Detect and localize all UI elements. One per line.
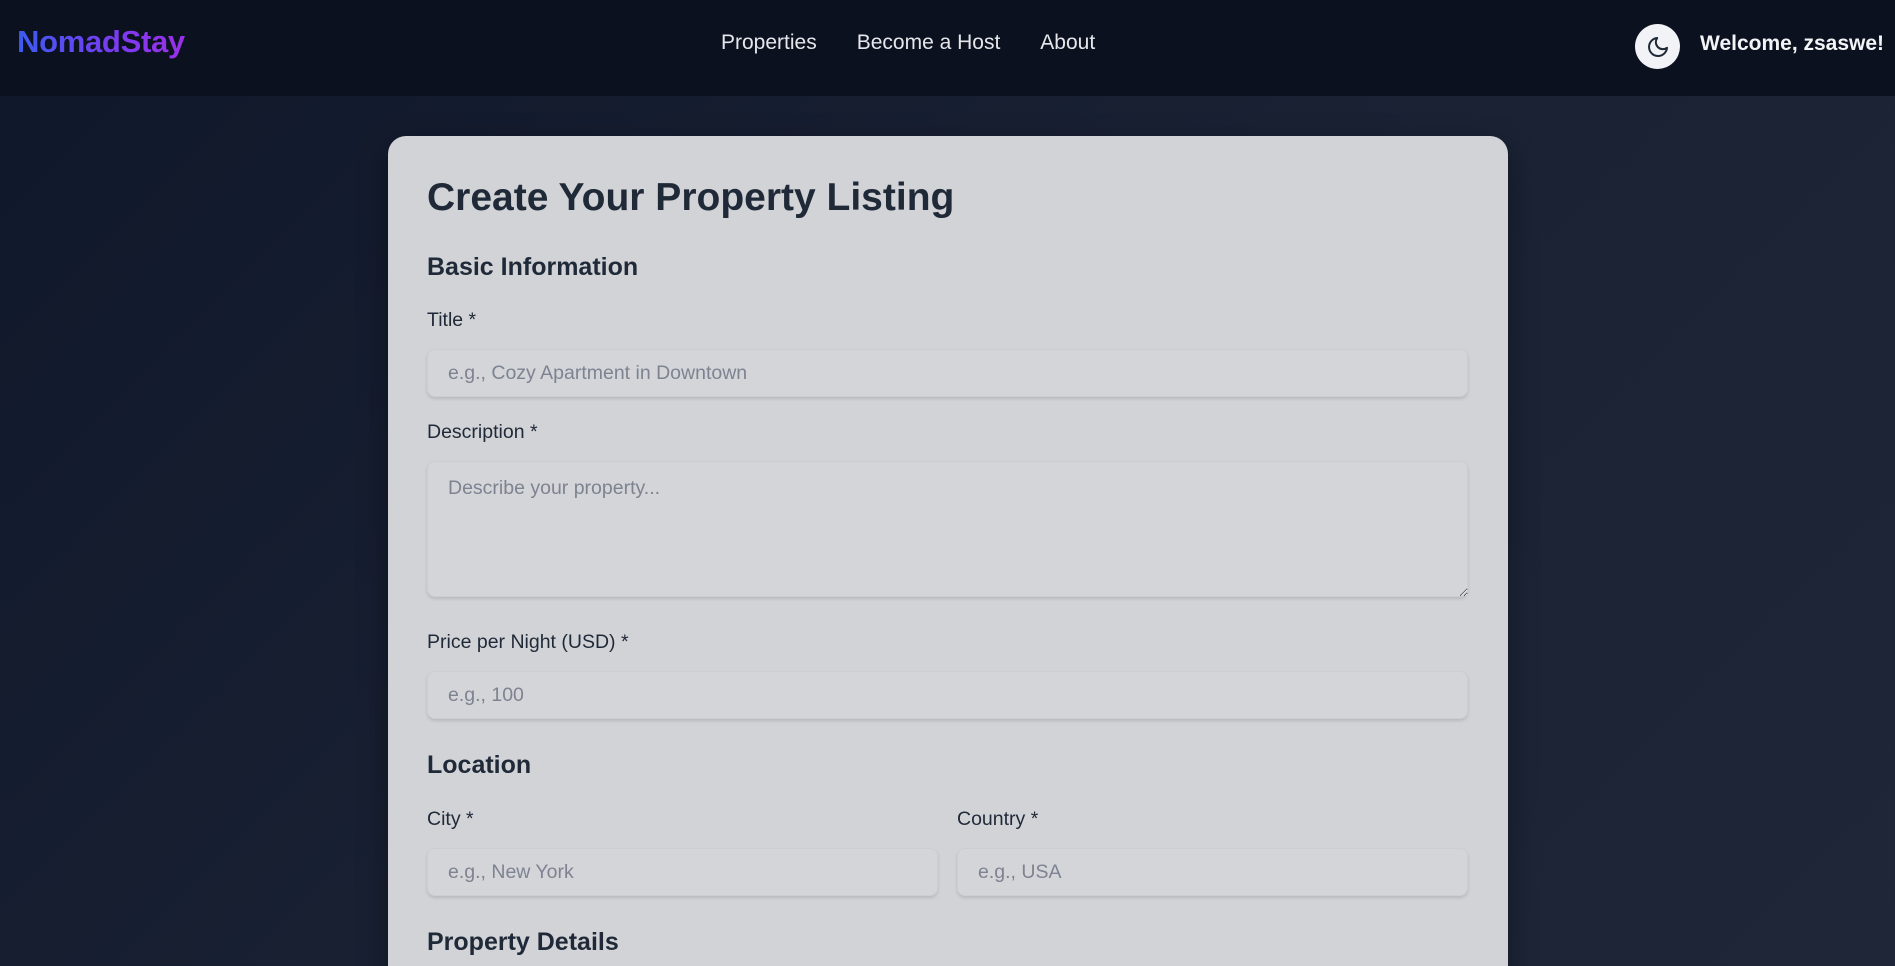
city-label: City * [427,808,474,830]
top-navbar: NomadStay Properties Become a Host About… [0,0,1895,96]
brand-logo[interactable]: NomadStay [17,24,185,60]
price-label: Price per Night (USD) * [427,631,629,653]
price-input[interactable] [427,671,1468,719]
nav-link-about[interactable]: About [1040,31,1095,55]
country-label: Country * [957,808,1039,830]
section-basic-information: Basic Information [427,253,639,281]
city-input[interactable] [427,848,938,896]
description-label: Description * [427,421,538,443]
nav-link-become-host[interactable]: Become a Host [857,31,1001,55]
title-input[interactable] [427,349,1468,397]
section-location: Location [427,751,532,779]
title-label: Title * [427,309,477,331]
moon-icon [1647,36,1668,57]
nav-link-properties[interactable]: Properties [721,31,817,55]
section-property-details: Property Details [427,928,619,956]
description-textarea[interactable] [427,461,1468,597]
welcome-message: Welcome, zsaswe! [1700,32,1885,55]
country-input[interactable] [957,848,1468,896]
listing-form-card: Create Your Property Listing Basic Infor… [388,136,1508,966]
theme-toggle-button[interactable] [1635,24,1680,69]
main-nav: Properties Become a Host About [721,31,1095,55]
page-title: Create Your Property Listing [427,176,955,219]
